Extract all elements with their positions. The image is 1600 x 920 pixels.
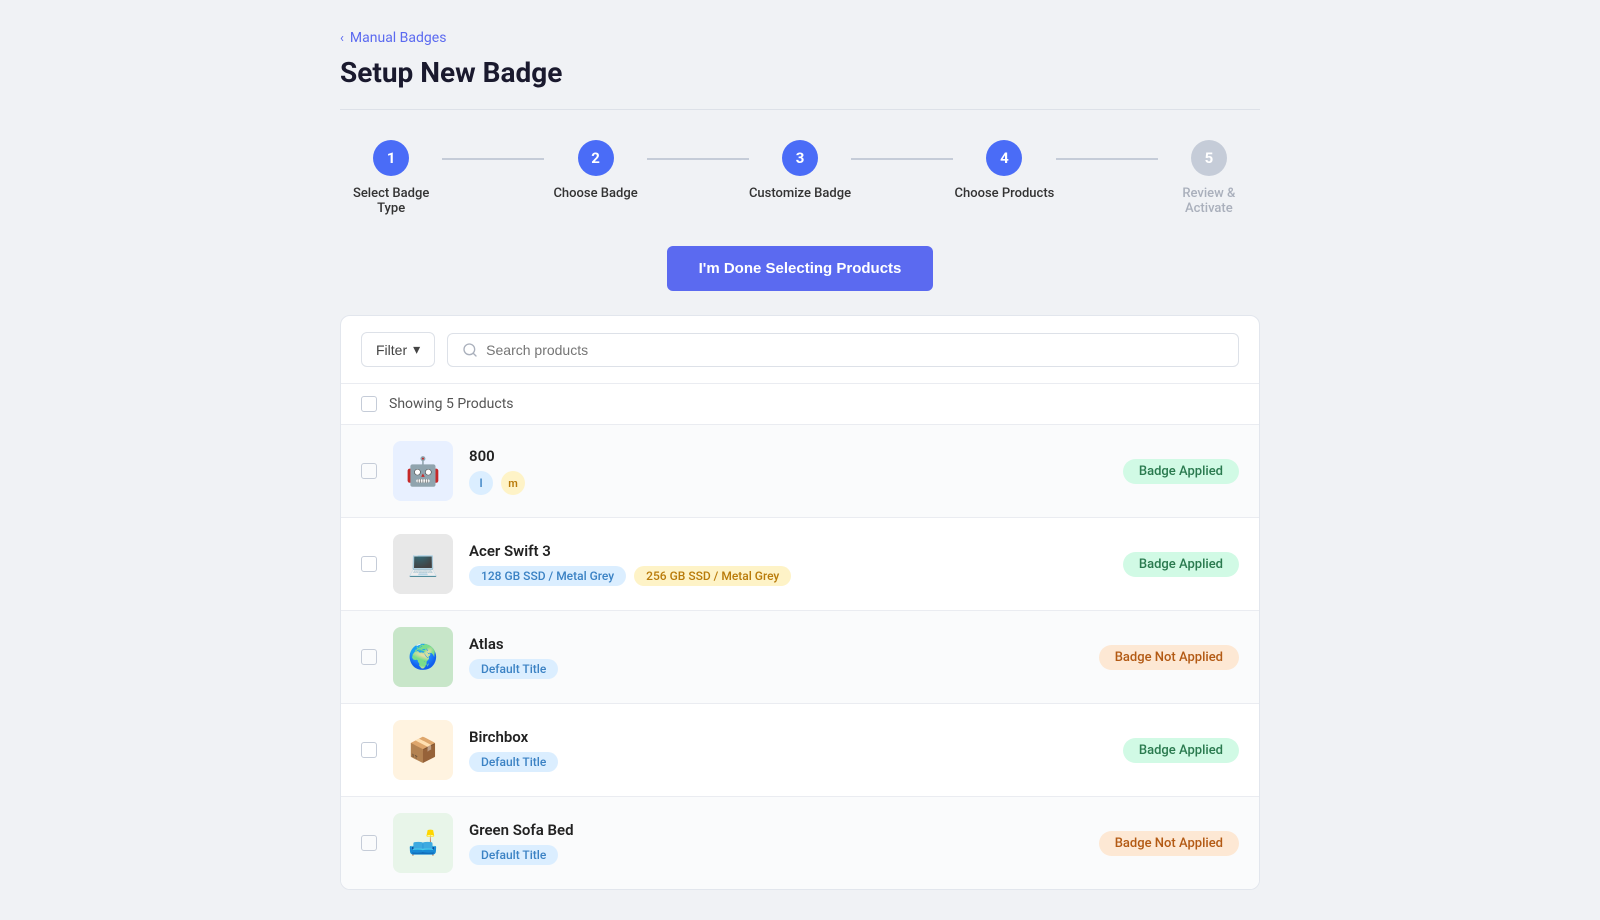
product-tags: lm [469, 471, 1107, 495]
product-name: Green Sofa Bed [469, 821, 1083, 839]
step-label-5: Review & Activate [1158, 186, 1260, 216]
page-container: ‹ Manual Badges Setup New Badge 1 Select… [300, 0, 1300, 920]
step-circle-1: 1 [373, 140, 409, 176]
step-connector-3-4 [851, 158, 953, 160]
product-info: Birchbox Default Title [469, 728, 1107, 772]
table-row: 📦 Birchbox Default Title Badge Applied [341, 704, 1259, 797]
badge-status: Badge Not Applied [1099, 645, 1239, 670]
product-info: Acer Swift 3 128 GB SSD / Metal Grey 256 … [469, 542, 1107, 586]
product-info: 800 lm [469, 447, 1107, 495]
step-3: 3 Customize Badge [749, 140, 851, 201]
badge-status: Badge Applied [1123, 552, 1239, 577]
showing-row: Showing 5 Products [341, 384, 1259, 425]
product-checkbox[interactable] [361, 835, 377, 851]
table-row: 🤖 800 lm Badge Applied [341, 425, 1259, 518]
title-divider [340, 109, 1260, 110]
search-input[interactable] [486, 342, 1224, 358]
product-checkbox[interactable] [361, 742, 377, 758]
tag-blue: Default Title [469, 659, 558, 679]
step-circle-4: 4 [986, 140, 1022, 176]
showing-label: Showing 5 Products [389, 396, 514, 412]
table-row: 💻 Acer Swift 3 128 GB SSD / Metal Grey 25… [341, 518, 1259, 611]
search-container [447, 333, 1239, 367]
step-connector-4-5 [1056, 158, 1158, 160]
table-row: 🌍 Atlas Default Title Badge Not Applied [341, 611, 1259, 704]
stepper: 1 Select Badge Type 2 Choose Badge 3 Cus… [340, 140, 1260, 216]
product-name: Birchbox [469, 728, 1107, 746]
page-title: Setup New Badge [340, 56, 1260, 89]
filter-chevron-icon: ▾ [413, 341, 420, 358]
step-connector-2-3 [647, 158, 749, 160]
chevron-icon: ‹ [340, 31, 344, 46]
badge-status: Badge Not Applied [1099, 831, 1239, 856]
product-image: 🛋️ [393, 813, 453, 873]
products-panel: Filter ▾ Showing 5 Products 🤖 800 lm [340, 315, 1260, 890]
breadcrumb[interactable]: ‹ Manual Badges [340, 30, 1260, 46]
tag-blue: Default Title [469, 845, 558, 865]
step-label-2: Choose Badge [553, 186, 637, 201]
tag-circle-blue: l [469, 471, 493, 495]
step-label-3: Customize Badge [749, 186, 851, 201]
step-circle-2: 2 [578, 140, 614, 176]
select-all-checkbox[interactable] [361, 396, 377, 412]
product-name: Atlas [469, 635, 1083, 653]
tag-blue: Default Title [469, 752, 558, 772]
table-row: 🛋️ Green Sofa Bed Default Title Badge No… [341, 797, 1259, 889]
done-btn-container: I'm Done Selecting Products [340, 246, 1260, 291]
product-name: 800 [469, 447, 1107, 465]
product-image: 💻 [393, 534, 453, 594]
tag-yellow: 256 GB SSD / Metal Grey [634, 566, 791, 586]
badge-status: Badge Applied [1123, 459, 1239, 484]
badge-status: Badge Applied [1123, 738, 1239, 763]
product-info: Atlas Default Title [469, 635, 1083, 679]
product-list: 🤖 800 lm Badge Applied 💻 Acer Swift 3 12… [341, 425, 1259, 889]
product-checkbox[interactable] [361, 463, 377, 479]
tag-circle-yellow: m [501, 471, 525, 495]
filter-button[interactable]: Filter ▾ [361, 332, 435, 367]
product-name: Acer Swift 3 [469, 542, 1107, 560]
done-selecting-button[interactable]: I'm Done Selecting Products [667, 246, 934, 291]
product-info: Green Sofa Bed Default Title [469, 821, 1083, 865]
filter-bar: Filter ▾ [341, 316, 1259, 384]
product-tags: 128 GB SSD / Metal Grey 256 GB SSD / Meta… [469, 566, 1107, 586]
step-label-4: Choose Products [955, 186, 1055, 201]
step-label-1: Select Badge Type [340, 186, 442, 216]
search-icon [462, 342, 478, 358]
step-4: 4 Choose Products [953, 140, 1055, 201]
step-circle-3: 3 [782, 140, 818, 176]
product-tags: Default Title [469, 845, 1083, 865]
product-image: 📦 [393, 720, 453, 780]
step-1: 1 Select Badge Type [340, 140, 442, 216]
filter-label: Filter [376, 342, 407, 358]
product-tags: Default Title [469, 752, 1107, 772]
step-connector-1-2 [442, 158, 544, 160]
product-image: 🌍 [393, 627, 453, 687]
step-2: 2 Choose Badge [544, 140, 646, 201]
breadcrumb-label: Manual Badges [350, 30, 447, 46]
product-tags: Default Title [469, 659, 1083, 679]
step-circle-5: 5 [1191, 140, 1227, 176]
tag-blue: 128 GB SSD / Metal Grey [469, 566, 626, 586]
step-5: 5 Review & Activate [1158, 140, 1260, 216]
product-checkbox[interactable] [361, 556, 377, 572]
product-image: 🤖 [393, 441, 453, 501]
product-checkbox[interactable] [361, 649, 377, 665]
